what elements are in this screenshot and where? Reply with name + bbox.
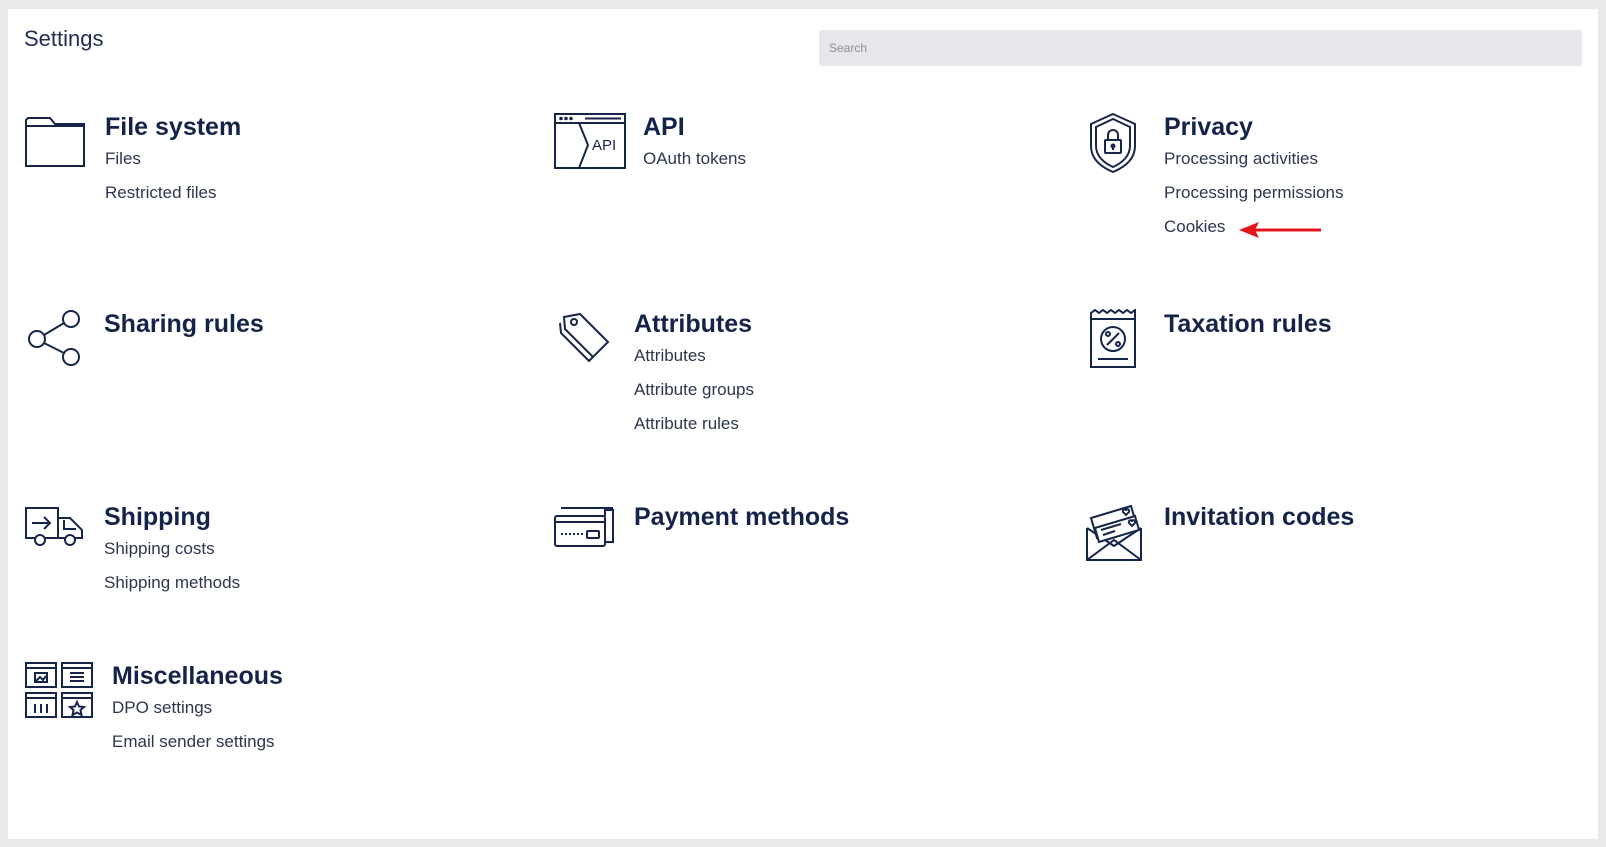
link-list: Attributes Attribute groups Attribute ru… bbox=[634, 345, 754, 447]
link-item: DPO settings bbox=[112, 697, 275, 731]
link-shipping-costs[interactable]: Shipping costs bbox=[104, 539, 215, 558]
link-files[interactable]: Files bbox=[105, 149, 141, 168]
section-title: Payment methods bbox=[634, 503, 850, 531]
link-oauth-tokens[interactable]: OAuth tokens bbox=[643, 149, 746, 168]
annotation-arrow-icon bbox=[1239, 222, 1321, 238]
link-shipping-methods[interactable]: Shipping methods bbox=[104, 573, 240, 592]
section-title: Miscellaneous bbox=[112, 662, 283, 690]
api-icon-text: API bbox=[592, 137, 616, 154]
search-input[interactable] bbox=[819, 30, 1582, 66]
page-title: Settings bbox=[24, 26, 104, 51]
section-title: Privacy bbox=[1164, 113, 1253, 141]
link-item: OAuth tokens bbox=[643, 148, 746, 182]
link-attribute-rules[interactable]: Attribute rules bbox=[634, 414, 739, 433]
section-title: Taxation rules bbox=[1164, 310, 1332, 338]
link-item: Attributes bbox=[634, 345, 754, 379]
delivery-truck-icon bbox=[24, 502, 86, 550]
link-list: Files Restricted files bbox=[105, 148, 216, 216]
shield-lock-icon bbox=[1088, 112, 1138, 174]
link-item: Attribute rules bbox=[634, 413, 754, 447]
tags-icon bbox=[558, 309, 612, 365]
share-icon bbox=[27, 309, 83, 367]
link-email-sender-settings[interactable]: Email sender settings bbox=[112, 732, 275, 751]
widgets-grid-icon bbox=[24, 661, 94, 719]
link-list: OAuth tokens bbox=[643, 148, 746, 182]
link-item: Email sender settings bbox=[112, 731, 275, 765]
section-title: File system bbox=[105, 113, 242, 141]
link-item: Files bbox=[105, 148, 216, 182]
link-list: DPO settings Email sender settings bbox=[112, 697, 275, 765]
link-item: Shipping methods bbox=[104, 572, 240, 606]
section-title: Sharing rules bbox=[104, 310, 264, 338]
section-title: API bbox=[643, 113, 685, 141]
link-item: Processing permissions bbox=[1164, 182, 1344, 216]
folder-icon bbox=[24, 112, 86, 170]
link-cookies[interactable]: Cookies bbox=[1164, 217, 1225, 236]
section-title: Shipping bbox=[104, 503, 211, 531]
tax-receipt-icon bbox=[1088, 309, 1138, 369]
link-restricted-files[interactable]: Restricted files bbox=[105, 183, 216, 202]
link-item: Shipping costs bbox=[104, 538, 240, 572]
link-item: Processing activities bbox=[1164, 148, 1344, 182]
link-processing-activities[interactable]: Processing activities bbox=[1164, 149, 1318, 168]
invitation-envelope-icon bbox=[1085, 502, 1143, 562]
api-icon: API bbox=[553, 112, 627, 170]
link-item: Restricted files bbox=[105, 182, 216, 216]
link-processing-permissions[interactable]: Processing permissions bbox=[1164, 183, 1344, 202]
link-dpo-settings[interactable]: DPO settings bbox=[112, 698, 212, 717]
section-title: Attributes bbox=[634, 310, 753, 338]
link-attributes[interactable]: Attributes bbox=[634, 346, 706, 365]
section-title: Invitation codes bbox=[1164, 503, 1355, 531]
credit-card-icon bbox=[553, 502, 615, 548]
link-item: Attribute groups bbox=[634, 379, 754, 413]
link-list: Shipping costs Shipping methods bbox=[104, 538, 240, 606]
link-attribute-groups[interactable]: Attribute groups bbox=[634, 380, 754, 399]
